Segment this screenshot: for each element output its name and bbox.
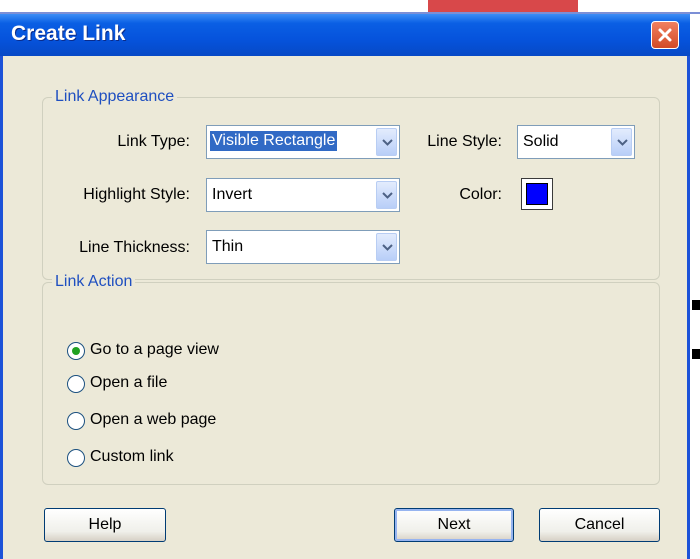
- radio-label: Open a web page: [90, 411, 217, 428]
- color-swatch-button[interactable]: [521, 178, 553, 210]
- dropdown-button[interactable]: [376, 233, 397, 261]
- line-thickness-label: Line Thickness:: [79, 239, 190, 256]
- link-action-legend: Link Action: [52, 273, 136, 291]
- radio-button[interactable]: [67, 342, 85, 360]
- background-window-strip: [428, 0, 578, 12]
- link-type-value: Visible Rectangle: [210, 131, 338, 151]
- line-style-select[interactable]: Solid: [517, 125, 635, 159]
- dropdown-button[interactable]: [376, 181, 397, 209]
- radio-button[interactable]: [67, 412, 85, 430]
- radio-button[interactable]: [67, 449, 85, 467]
- link-type-label: Link Type:: [117, 133, 190, 150]
- chevron-down-icon: [382, 192, 393, 199]
- line-style-label: Line Style:: [427, 133, 502, 150]
- radio-label: Custom link: [90, 448, 174, 465]
- line-thickness-value: Thin: [212, 238, 244, 255]
- line-thickness-select[interactable]: Thin: [206, 230, 400, 264]
- chevron-down-icon: [382, 139, 393, 146]
- radio-label: Open a file: [90, 374, 168, 391]
- highlight-style-select[interactable]: Invert: [206, 178, 400, 212]
- link-appearance-legend: Link Appearance: [52, 88, 178, 106]
- dialog-title: Create Link: [11, 22, 126, 45]
- close-icon: [658, 28, 672, 42]
- color-label: Color:: [459, 186, 502, 203]
- dropdown-button[interactable]: [611, 128, 632, 156]
- next-button[interactable]: Next: [394, 508, 514, 542]
- cancel-button[interactable]: Cancel: [539, 508, 660, 542]
- highlight-style-value: Invert: [212, 186, 253, 203]
- title-bar[interactable]: Create Link: [0, 14, 690, 56]
- line-style-value: Solid: [523, 133, 559, 150]
- highlight-style-label: Highlight Style:: [83, 186, 190, 203]
- background-mark: [692, 349, 700, 359]
- radio-selected-dot: [72, 347, 80, 355]
- radio-label: Go to a page view: [90, 341, 219, 358]
- help-button[interactable]: Help: [44, 508, 166, 542]
- link-type-select[interactable]: Visible Rectangle: [206, 125, 400, 159]
- color-swatch: [526, 183, 548, 205]
- radio-button[interactable]: [67, 375, 85, 393]
- background-mark: [692, 300, 700, 310]
- dropdown-button[interactable]: [376, 128, 397, 156]
- chevron-down-icon: [617, 139, 628, 146]
- close-button[interactable]: [651, 21, 679, 49]
- chevron-down-icon: [382, 244, 393, 251]
